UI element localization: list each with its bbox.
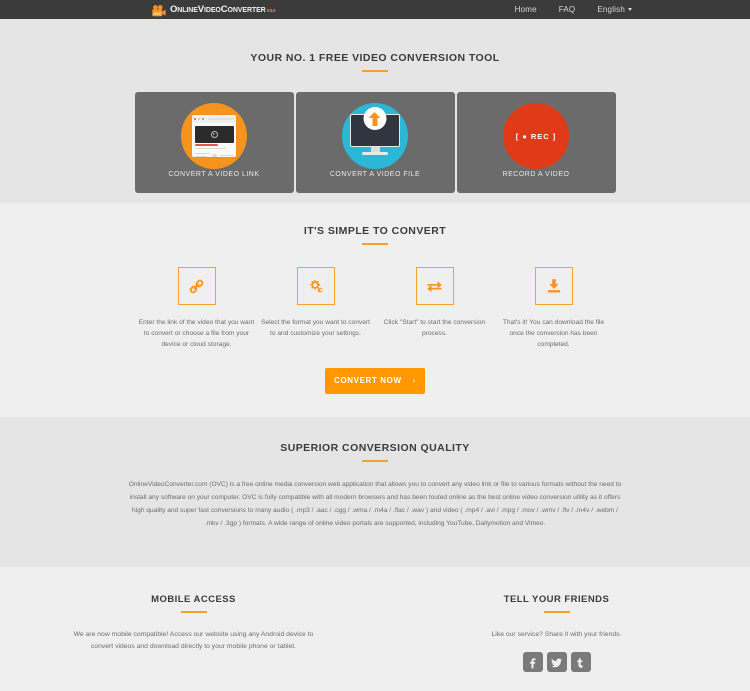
hero-cards: CONVERT A VIDEO LINK CONVERT A VIDEO FIL… bbox=[0, 92, 750, 193]
step-text: That's it! You can download the file onc… bbox=[502, 319, 605, 348]
site-header: OVC OnlineVideoConverter v3.0 Home FAQ En… bbox=[0, 0, 750, 19]
nav-home[interactable]: Home bbox=[515, 5, 537, 14]
card-label: CONVERT A VIDEO LINK bbox=[168, 171, 260, 178]
title-underline bbox=[362, 243, 388, 245]
download-icon bbox=[534, 267, 573, 305]
video-camera-icon: OVC bbox=[152, 4, 166, 16]
title-underline bbox=[362, 70, 388, 72]
tell-your-friends-title: TELL YOUR FRIENDS bbox=[503, 594, 610, 605]
card-record-video[interactable]: [ ● REC ] RECORD A VIDEO bbox=[456, 92, 616, 193]
mobile-access-column: MOBILE ACCESS We are now mobile compatib… bbox=[66, 594, 321, 672]
title-underline bbox=[180, 611, 207, 613]
nav-language-label: English bbox=[597, 5, 625, 14]
facebook-icon[interactable] bbox=[522, 652, 543, 673]
twitter-icon[interactable] bbox=[546, 652, 567, 673]
step-item: Select the format you want to convert to… bbox=[256, 267, 375, 351]
card-convert-video-file[interactable]: CONVERT A VIDEO FILE bbox=[295, 92, 455, 193]
logo-text: OnlineVideoConverter bbox=[170, 4, 266, 15]
rec-badge-text: [ ● REC ] bbox=[515, 131, 557, 141]
nav-language[interactable]: English bbox=[597, 5, 632, 14]
tumblr-icon[interactable] bbox=[570, 652, 591, 673]
steps-section: IT'S SIMPLE TO CONVERT Enter the link of… bbox=[0, 203, 750, 417]
steps-title: IT'S SIMPLE TO CONVERT bbox=[303, 225, 447, 237]
tell-your-friends-column: TELL YOUR FRIENDS Like our service? Shar… bbox=[429, 594, 684, 673]
rec-icon: [ ● REC ] bbox=[503, 103, 569, 169]
mobile-access-text: We are now mobile compatible! Access our… bbox=[73, 631, 314, 651]
tell-your-friends-text: Like our service? Share it with your fri… bbox=[491, 631, 622, 638]
quality-title: SUPERIOR CONVERSION QUALITY bbox=[280, 442, 470, 454]
card-label: CONVERT A VIDEO FILE bbox=[329, 171, 421, 178]
title-underline bbox=[362, 460, 388, 462]
monitor-upload-icon bbox=[342, 103, 408, 169]
nav-faq[interactable]: FAQ bbox=[559, 5, 576, 14]
hero-section: YOUR NO. 1 FREE VIDEO CONVERSION TOOL CO… bbox=[0, 19, 750, 203]
step-item: That's it! You can download the file onc… bbox=[494, 267, 613, 351]
title-underline bbox=[543, 611, 570, 613]
mobile-access-title: MOBILE ACCESS bbox=[151, 594, 236, 605]
chevron-down-icon bbox=[628, 8, 632, 11]
step-text: Click "Start" to start the conversion pr… bbox=[383, 319, 486, 337]
step-text: Enter the link of the video that you wan… bbox=[138, 319, 255, 348]
cogs-icon bbox=[296, 267, 335, 305]
browser-video-icon bbox=[181, 103, 247, 169]
step-item: Click "Start" to start the conversion pr… bbox=[375, 267, 494, 351]
card-label: RECORD A VIDEO bbox=[502, 171, 570, 178]
step-text: Select the format you want to convert to… bbox=[261, 319, 370, 337]
steps-list: Enter the link of the video that you wan… bbox=[0, 267, 750, 351]
step-item: Enter the link of the video that you wan… bbox=[137, 267, 256, 351]
chevron-right-icon: › bbox=[412, 376, 416, 386]
hero-title: YOUR NO. 1 FREE VIDEO CONVERSION TOOL bbox=[250, 52, 500, 64]
exchange-icon bbox=[415, 267, 454, 305]
footer-section: MOBILE ACCESS We are now mobile compatib… bbox=[0, 567, 750, 691]
cta-container: CONVERT NOW › bbox=[0, 367, 750, 394]
card-convert-video-link[interactable]: CONVERT A VIDEO LINK bbox=[134, 92, 294, 193]
social-links bbox=[429, 652, 684, 673]
quality-section: SUPERIOR CONVERSION QUALITY OnlineVideoC… bbox=[0, 417, 750, 567]
svg-text:OVC: OVC bbox=[153, 11, 161, 15]
quality-body: OnlineVideoConverter.com (OVC) is a free… bbox=[128, 481, 622, 527]
convert-now-button[interactable]: CONVERT NOW › bbox=[325, 367, 425, 394]
logo-version: v3.0 bbox=[266, 8, 276, 13]
convert-now-label: CONVERT NOW bbox=[334, 376, 402, 386]
main-nav: Home FAQ English bbox=[515, 5, 632, 14]
site-logo[interactable]: OVC OnlineVideoConverter v3.0 bbox=[152, 0, 276, 19]
link-icon bbox=[177, 267, 216, 305]
